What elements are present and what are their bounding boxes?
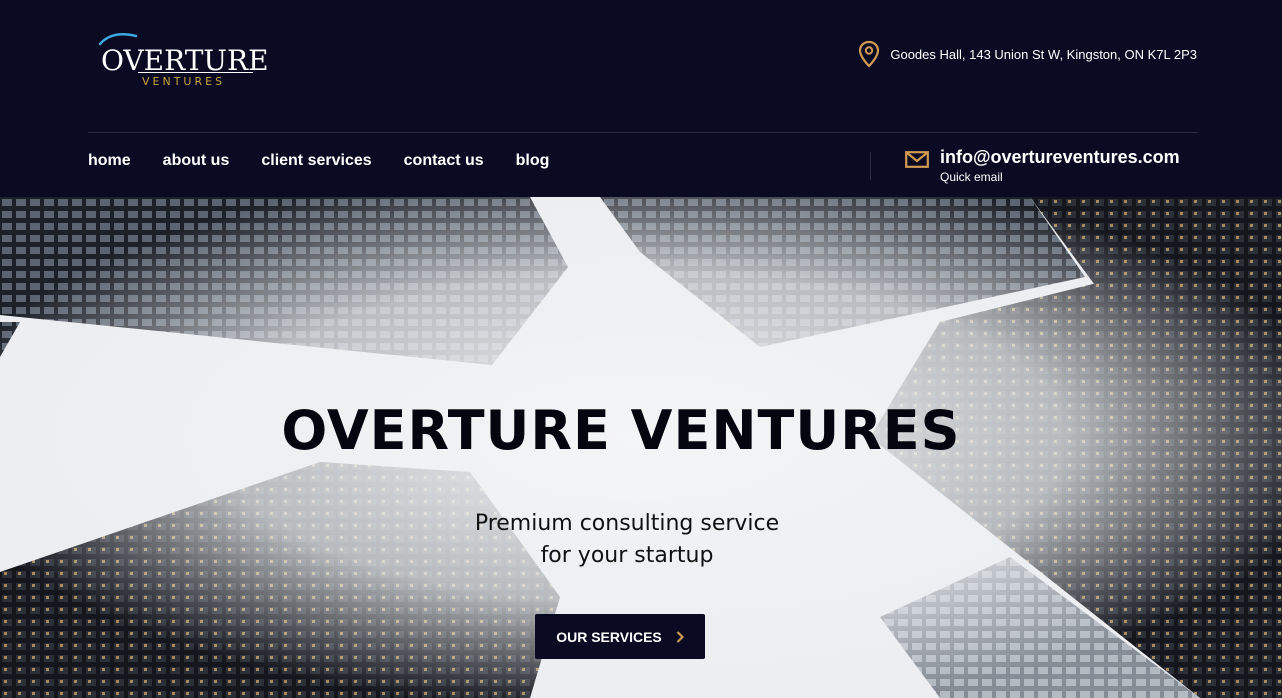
hero-subtitle: Premium consulting service for your star… bbox=[0, 508, 1254, 572]
hero-subtitle-line-1: Premium consulting service bbox=[474, 511, 780, 536]
hero-subtitle-line-2: for your startup bbox=[540, 543, 714, 568]
quick-email[interactable]: info@overtureventures.com Quick email bbox=[905, 147, 1180, 184]
envelope-icon bbox=[905, 151, 929, 168]
logo[interactable]: OVERTURE VENTURES bbox=[98, 30, 269, 92]
hero-title: OVERTURE VENTURES bbox=[281, 399, 961, 462]
chevron-right-icon bbox=[676, 630, 684, 643]
email-caption: Quick email bbox=[940, 170, 1003, 184]
nav-item-contact-us[interactable]: contact us bbox=[404, 152, 484, 170]
our-services-button[interactable]: OUR SERVICES bbox=[535, 614, 705, 659]
nav-vertical-divider bbox=[870, 152, 871, 180]
header-address: Goodes Hall, 143 Union St W, Kingston, O… bbox=[858, 40, 1197, 68]
logo-wordmark-bottom: VENTURES bbox=[142, 75, 226, 88]
logo-rule bbox=[138, 72, 253, 73]
address-text: Goodes Hall, 143 Union St W, Kingston, O… bbox=[890, 46, 1197, 62]
main-nav: home about us client services contact us… bbox=[88, 152, 549, 170]
nav-item-client-services[interactable]: client services bbox=[261, 152, 371, 170]
email-address-link[interactable]: info@overtureventures.com bbox=[940, 147, 1180, 168]
nav-item-about-us[interactable]: about us bbox=[163, 152, 230, 170]
email-text: info@overtureventures.com Quick email bbox=[940, 147, 1180, 184]
our-services-label: OUR SERVICES bbox=[556, 628, 662, 645]
header-divider bbox=[88, 132, 1198, 133]
nav-item-blog[interactable]: blog bbox=[516, 152, 550, 170]
nav-item-home[interactable]: home bbox=[88, 152, 131, 170]
site-header: OVERTURE VENTURES Goodes Hall, 143 Union… bbox=[0, 0, 1282, 197]
map-pin-icon bbox=[859, 40, 880, 68]
hero-section: OVERTURE VENTURES Premium consulting ser… bbox=[0, 197, 1282, 698]
